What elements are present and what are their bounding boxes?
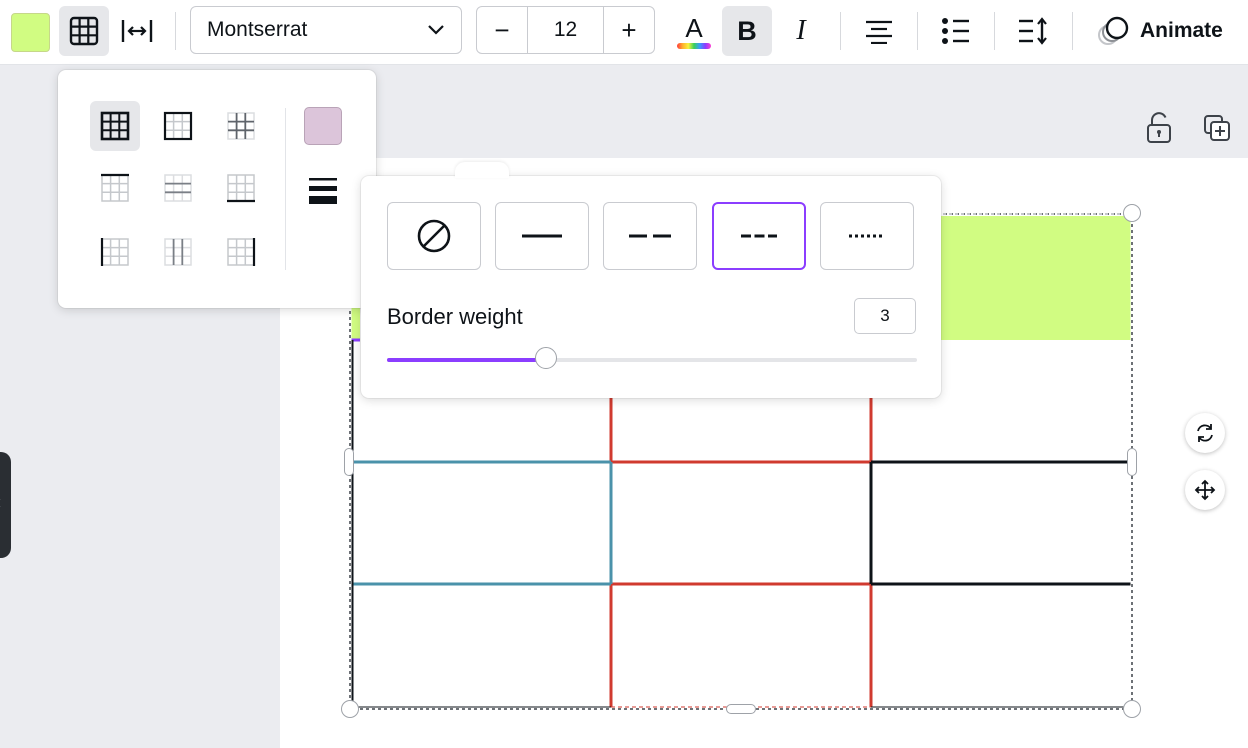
long-dash-icon [629,234,671,238]
table-grid-icon [69,16,99,46]
lock-button[interactable] [1146,112,1172,149]
right-border-option[interactable] [216,227,266,277]
horizontal-inner-icon [164,174,192,202]
short-dash-icon [741,234,777,238]
duplicate-icon [1204,115,1230,141]
resize-handle-right[interactable] [1127,448,1137,476]
vertical-inner-option[interactable] [153,227,203,277]
font-size-stepper: − 12 + [476,6,655,54]
rainbow-bar [677,43,711,49]
text-color-button[interactable]: A [670,6,718,56]
side-panel-toggle[interactable]: ‹ [0,452,11,558]
inner-borders-icon [227,112,255,140]
border-style-panel: Border weight 3 [361,176,941,398]
increase-font-size-button[interactable]: + [604,7,654,53]
spacing-button[interactable] [1009,6,1057,56]
border-style-button[interactable] [302,170,344,210]
bottom-border-icon [227,174,255,203]
outer-borders-icon [163,111,193,141]
resize-handle-bottom-right[interactable] [1123,700,1141,718]
top-border-option[interactable] [90,163,140,213]
move-icon [1194,479,1216,501]
resize-handle-bottom-left[interactable] [341,700,359,718]
border-style-short-dash[interactable] [712,202,806,270]
animate-label: Animate [1140,19,1223,42]
cell-spacing-button[interactable] [114,6,160,56]
italic-button[interactable]: I [776,6,826,56]
animate-icon [1098,16,1129,45]
font-family-value: Montserrat [207,18,308,41]
no-border-icon [417,219,451,253]
unlock-icon [1147,112,1171,143]
all-borders-option[interactable] [90,101,140,151]
decrease-font-size-button[interactable]: − [477,7,527,53]
bullet-list-icon [942,18,969,44]
chevron-left-icon: ‹ [0,492,1,513]
resize-handle-bottom[interactable] [726,704,756,714]
font-family-dropdown[interactable]: Montserrat [190,6,462,54]
left-border-icon [100,238,129,266]
bold-button[interactable]: B [722,6,772,56]
align-center-icon [866,20,892,44]
border-style-none[interactable] [387,202,481,270]
rotate-icon [1197,424,1213,442]
inner-borders-option[interactable] [216,101,266,151]
table-borders-button[interactable] [59,6,109,56]
panel-tab [455,162,509,178]
all-borders-icon [100,111,130,141]
left-border-option[interactable] [90,227,140,277]
border-style-dotted[interactable] [820,202,914,270]
line-spacing-icon [1019,17,1047,45]
right-border-icon [227,238,256,266]
rotate-button[interactable] [1185,413,1225,453]
resize-handle-top-right[interactable] [1123,204,1141,222]
chevron-down-icon [428,25,444,35]
border-weight-label: Border weight [387,304,523,329]
border-color-button[interactable] [304,107,342,145]
slider-fill [387,358,546,362]
duplicate-page-button[interactable] [1203,114,1231,147]
animate-button[interactable]: Animate [1090,6,1229,56]
text-color-icon: A [685,13,703,43]
resize-handle-left[interactable] [344,448,354,476]
vertical-inner-icon [164,238,192,266]
font-size-input[interactable]: 12 [527,7,604,53]
slider-thumb[interactable] [535,347,557,369]
move-button[interactable] [1185,470,1225,510]
horizontal-inner-option[interactable] [153,163,203,213]
editor-toolbar: Montserrat − 12 + A B I Animate [0,0,1248,65]
border-weight-icon [309,178,337,204]
cell-fill-color-button[interactable] [11,13,50,52]
border-style-long-dash[interactable] [603,202,697,270]
top-border-icon [101,173,129,202]
bottom-border-option[interactable] [216,163,266,213]
list-button[interactable] [932,6,980,56]
border-weight-slider[interactable] [387,347,917,369]
border-weight-input[interactable]: 3 [854,298,916,334]
border-options-panel [58,70,376,308]
solid-line-icon [522,234,562,238]
border-style-solid[interactable] [495,202,589,270]
text-align-button[interactable] [855,6,903,56]
dotted-line-icon [849,234,885,238]
outer-borders-option[interactable] [153,101,203,151]
spacing-arrows-icon [121,20,153,42]
